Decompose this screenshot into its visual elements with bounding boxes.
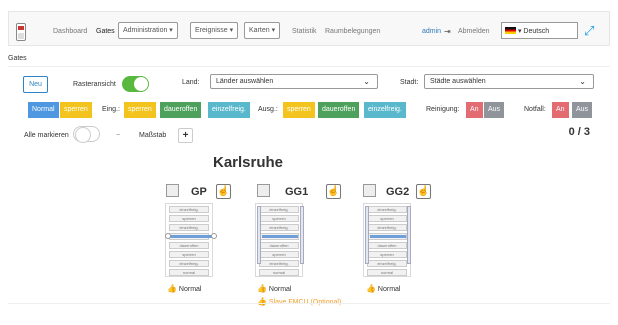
gate-status: 👍 Normal	[257, 284, 292, 293]
gate-name: GP	[191, 186, 207, 198]
mode-lock-button[interactable]: sperren	[60, 102, 92, 118]
left-rail	[365, 206, 369, 264]
logout-link[interactable]: Abmelden	[458, 28, 490, 35]
hand-control-icon[interactable]: ☝	[216, 184, 231, 199]
cleaning-label: Reinigung:	[426, 106, 460, 113]
gate-diagram: einzelfreig. sperren einzelfreig. daueroffe…	[165, 203, 213, 277]
hand-control-icon[interactable]: ☝	[326, 184, 341, 199]
zoom-in-icon[interactable]: +	[178, 128, 193, 143]
fullscreen-icon[interactable]: ⤢	[584, 24, 597, 37]
emergency-label: Notfall:	[524, 106, 546, 113]
cleaning-on-button[interactable]: An	[466, 102, 483, 118]
zoom-out-icon[interactable]: −	[116, 132, 120, 139]
logout-icon[interactable]: ⇥	[444, 27, 451, 36]
gates-page: Dashboard Gates Administration ▾ Ereigni…	[0, 0, 618, 325]
exit-open-button[interactable]: daueroffen	[318, 102, 360, 118]
nav-gates[interactable]: Gates	[96, 28, 115, 35]
nav-dashboard[interactable]: Dashboard	[53, 28, 87, 35]
mark-all-label: Alle markieren	[24, 132, 69, 139]
exit-lock-button[interactable]: sperren	[283, 102, 315, 118]
emergency-off-button[interactable]: Aus	[572, 102, 593, 118]
cleaning-off-button[interactable]: Aus	[484, 102, 505, 118]
thumbs-up-icon: 👍	[257, 284, 267, 293]
footer-divider	[8, 303, 610, 304]
emergency-on-button[interactable]: An	[552, 102, 569, 118]
gate-diagram: einzelfreig. sperren einzelfreig. daueroffe…	[363, 203, 411, 277]
gate-select-checkbox[interactable]	[257, 184, 270, 197]
administration-menu[interactable]: Administration ▾	[118, 22, 178, 39]
entry-lock-button[interactable]: sperren	[124, 102, 156, 118]
scale-label: Maßstab	[139, 132, 167, 139]
user-link[interactable]: admin	[422, 28, 441, 35]
left-barrier-knob	[165, 233, 171, 239]
app-logo-icon[interactable]	[16, 23, 26, 41]
mode-normal-button[interactable]: Normal	[28, 102, 59, 118]
gate-status: 👍 Normal	[167, 284, 202, 293]
city-heading: Karlsruhe	[213, 154, 284, 171]
gate-name: GG1	[285, 186, 309, 198]
maps-menu[interactable]: Karten ▾	[244, 22, 281, 39]
gate-name: GG2	[386, 186, 410, 198]
events-menu[interactable]: Ereignisse ▾	[190, 22, 239, 39]
exit-label: Ausg.:	[258, 106, 278, 113]
entry-label: Eing.:	[102, 106, 120, 113]
country-label: Land:	[182, 79, 200, 86]
barrier-slider	[170, 235, 212, 238]
language-select[interactable]: ▾ Deutsch	[501, 22, 578, 39]
barrier-slider	[370, 235, 406, 238]
right-rail	[407, 206, 411, 264]
thumbs-up-icon: 👍	[366, 284, 376, 293]
country-select[interactable]: Länder auswählen ⌄	[210, 74, 378, 89]
entry-single-button[interactable]: einzelfreig.	[208, 102, 250, 118]
thumbs-up-icon: 👍	[167, 284, 177, 293]
grid-view-label: Rasteransicht	[73, 81, 116, 88]
chevron-down-icon: ⌄	[579, 77, 586, 86]
city-select[interactable]: Städte auswählen ⌄	[424, 74, 594, 89]
entry-open-button[interactable]: daueroffen	[160, 102, 202, 118]
german-flag-icon	[505, 27, 516, 34]
gate-warning: 👍 Slave FMCU (Optional)	[257, 297, 342, 306]
gate-status: 👍 Normal	[366, 284, 401, 293]
gate-diagram: einzelfreig. sperren einzelfreig. daueroffe…	[255, 203, 303, 277]
nav-room-bookings[interactable]: Raumbelegungen	[325, 28, 380, 35]
thumbs-up-icon: 👍	[257, 297, 267, 306]
nav-statistics[interactable]: Statistik	[292, 28, 317, 35]
mark-all-toggle[interactable]	[73, 126, 100, 143]
hand-control-icon[interactable]: ☝	[416, 184, 431, 199]
right-rail	[300, 206, 304, 264]
selection-count: 0 / 3	[568, 126, 590, 138]
page-title: Gates	[8, 55, 27, 62]
new-button[interactable]: Neu	[23, 76, 48, 93]
barrier-slider	[262, 235, 298, 238]
exit-single-button[interactable]: einzelfreig.	[364, 102, 406, 118]
left-rail	[257, 206, 261, 264]
right-barrier-knob	[211, 233, 217, 239]
city-label: Stadt:	[400, 79, 419, 86]
gate-select-checkbox[interactable]	[363, 184, 376, 197]
gate-select-checkbox[interactable]	[166, 184, 179, 197]
grid-view-toggle[interactable]	[122, 76, 149, 92]
title-divider	[8, 66, 610, 67]
chevron-down-icon: ⌄	[363, 77, 370, 86]
